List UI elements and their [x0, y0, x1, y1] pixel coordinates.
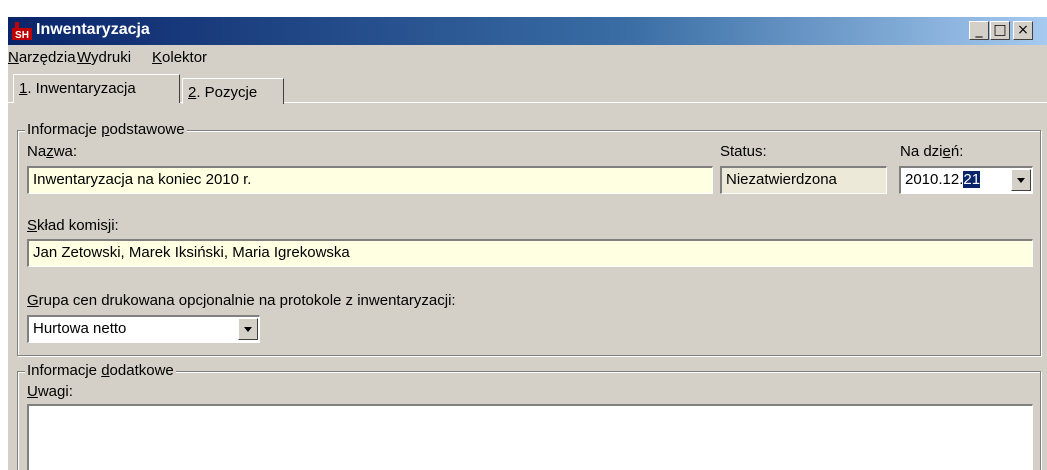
status-label: Status: — [720, 143, 767, 160]
minimize-button[interactable]: _ — [969, 21, 989, 40]
svg-text:SH: SH — [15, 30, 29, 40]
date-day-selection: 21 — [963, 171, 981, 188]
price-group-dropdown-button[interactable] — [238, 318, 258, 340]
close-icon: × — [1017, 22, 1029, 38]
status-field: Niezatwierdzona — [720, 166, 887, 194]
tab-pozycje[interactable]: 2. Pozycje — [182, 78, 284, 104]
menu-narzedzia[interactable]: Narzędzia — [8, 49, 76, 66]
window-title: Inwentaryzacja — [36, 21, 150, 38]
name-label: Nazwa: — [27, 143, 78, 160]
basic-info-group-title: Informacje podstawowe — [25, 121, 187, 138]
extra-info-group-title: Informacje dodatkowe — [25, 362, 176, 379]
date-label: Na dzień: — [900, 143, 964, 160]
tab-inwentaryzacja[interactable]: 1. Inwentaryzacja — [13, 74, 180, 103]
notes-textarea[interactable] — [27, 404, 1033, 470]
app-logo-icon: SH — [12, 22, 32, 40]
price-group-select[interactable]: Hurtowa netto — [27, 315, 260, 343]
menu-kolektor[interactable]: Kolektor — [152, 49, 207, 66]
name-field[interactable]: Inwentaryzacja na koniec 2010 r. — [27, 166, 713, 194]
maximize-icon: □ — [993, 22, 1007, 38]
menu-bar: Narzędzia Wydruki Kolektor — [8, 46, 1047, 68]
date-picker[interactable]: 2010.12.21 — [899, 166, 1033, 194]
price-group-label: Grupa cen drukowana opcjonalnie na proto… — [27, 292, 456, 309]
committee-label: Skład komisji: — [27, 217, 119, 234]
minimize-icon: _ — [975, 22, 983, 38]
inventory-window: SH Inwentaryzacja _ □ × Narzędzia Wydruk… — [8, 17, 1047, 470]
date-dropdown-button[interactable] — [1011, 169, 1031, 191]
menu-wydruki[interactable]: Wydruki — [77, 49, 131, 66]
notes-label: Uwagi: — [27, 383, 73, 400]
close-button[interactable]: × — [1013, 21, 1033, 40]
committee-field[interactable]: Jan Zetowski, Marek Iksiński, Maria Igre… — [27, 239, 1033, 267]
maximize-button[interactable]: □ — [990, 21, 1010, 40]
title-bar[interactable]: SH Inwentaryzacja _ □ × — [8, 17, 1047, 45]
